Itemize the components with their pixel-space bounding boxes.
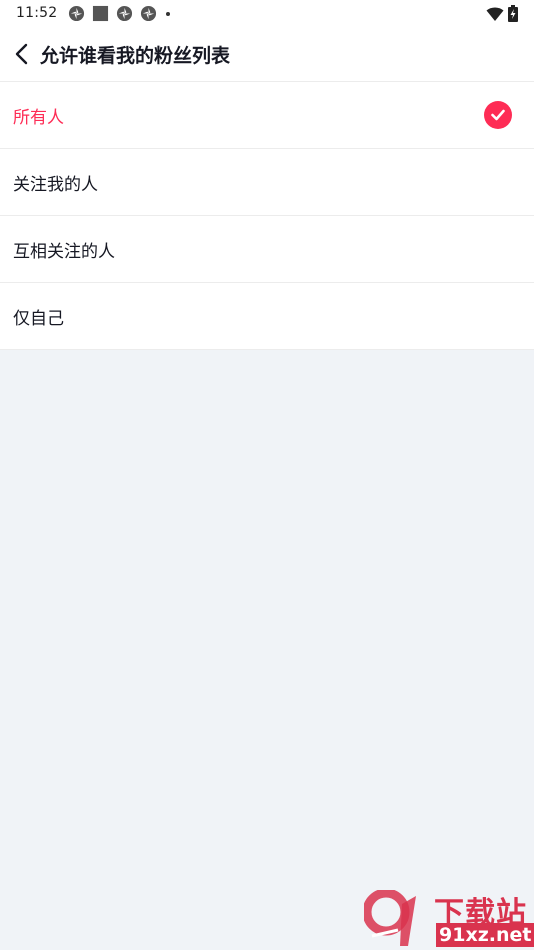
option-label: 互相关注的人 [13,242,115,262]
page-title: 允许谁看我的粉丝列表 [40,45,231,67]
option-label: 关注我的人 [13,175,98,195]
status-indicators [486,5,518,22]
wifi-icon [486,7,504,21]
notification-icons [68,5,170,22]
visibility-options-list: 所有人 关注我的人 互相关注的人 仅自己 [0,82,534,350]
status-time: 11:52 [16,5,58,21]
site-watermark: 下载站 91xz.net [364,888,534,950]
option-only-me[interactable]: 仅自己 [0,283,534,350]
app-notification-icon [140,5,157,22]
option-mutual-follows[interactable]: 互相关注的人 [0,216,534,283]
check-icon [484,101,512,129]
chevron-left-icon[interactable] [12,42,32,66]
option-everyone[interactable]: 所有人 [0,82,534,149]
watermark-domain: 91xz.net [436,923,534,947]
option-label: 所有人 [13,108,64,128]
more-notifications-dot [166,11,170,16]
battery-charging-icon [508,5,518,22]
status-bar: 11:52 [0,0,534,28]
option-followers[interactable]: 关注我的人 [0,149,534,216]
square-notification-icon [92,5,109,22]
page-header: 允许谁看我的粉丝列表 [0,28,534,82]
app-notification-icon [116,5,133,22]
app-notification-icon [68,5,85,22]
watermark-logo [364,890,416,946]
option-label: 仅自己 [13,309,64,329]
